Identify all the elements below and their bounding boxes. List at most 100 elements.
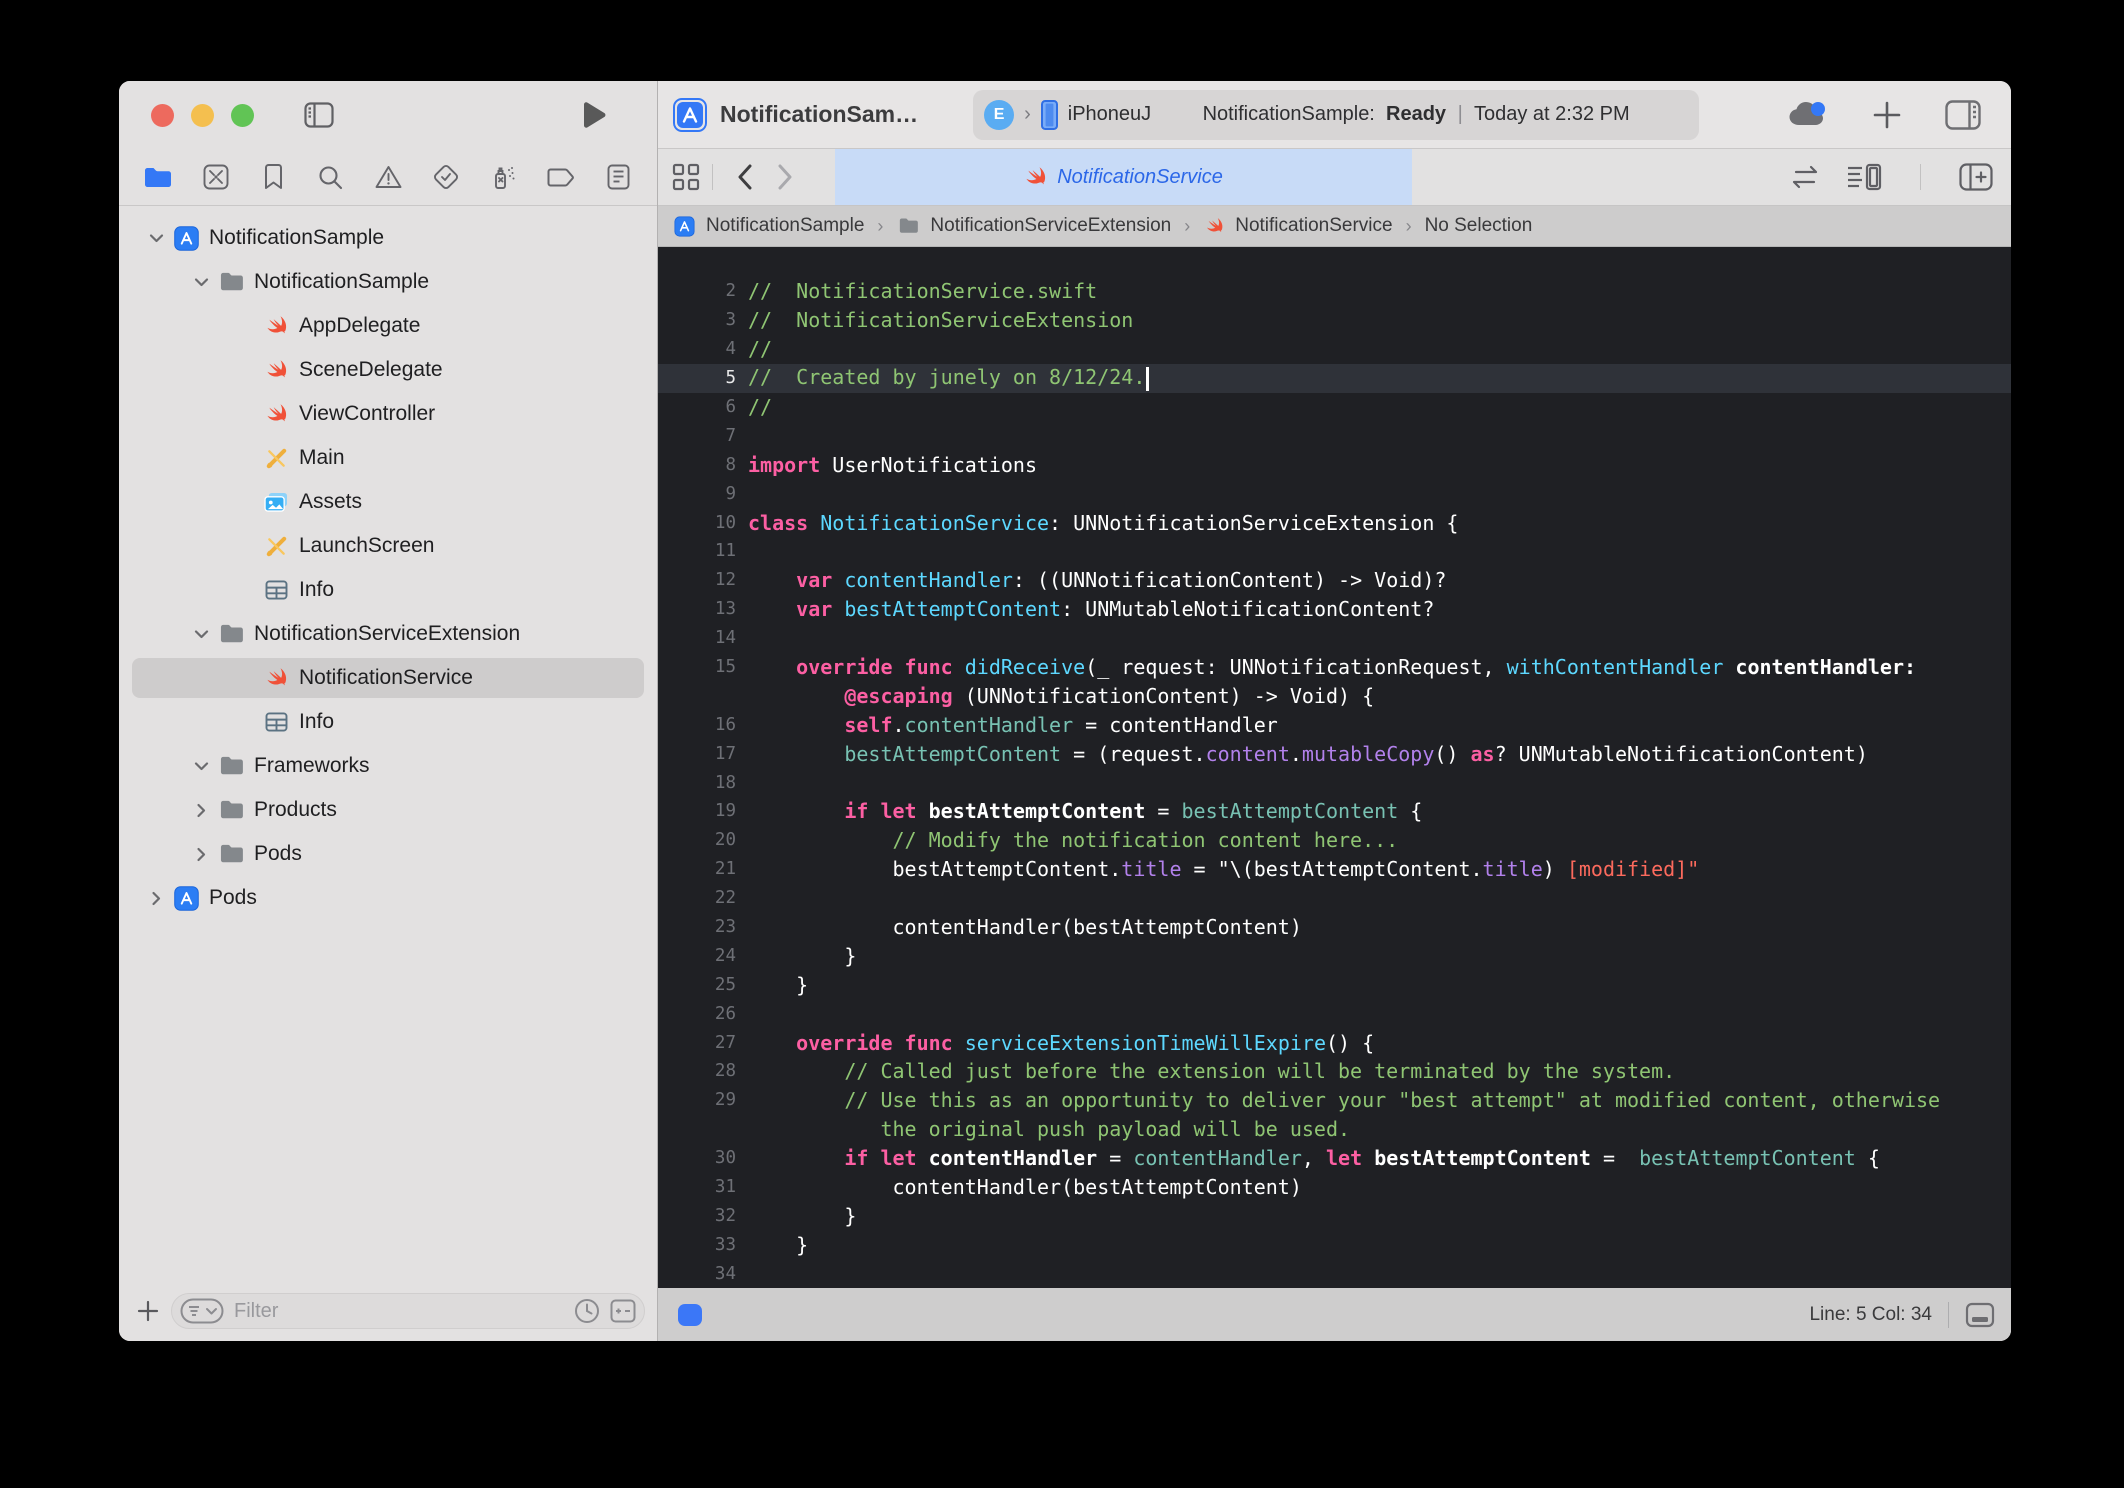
code-row[interactable]: 30 if let contentHandler = contentHandle…	[658, 1144, 2011, 1173]
code-row[interactable]: 19 if let bestAttemptContent = bestAttem…	[658, 797, 2011, 826]
editor-display-options-icon[interactable]	[1965, 1302, 1995, 1328]
code-row[interactable]: 27 override func serviceExtensionTimeWil…	[658, 1028, 2011, 1057]
minimap-options-icon[interactable]	[1846, 163, 1882, 191]
tab-notificationservice[interactable]: NotificationService	[835, 149, 1412, 205]
line-number[interactable]: 13	[658, 599, 736, 619]
disclosure-down-icon[interactable]	[188, 277, 214, 287]
debug-icon[interactable]	[486, 160, 520, 194]
tree-item-scenedelegate[interactable]: SceneDelegate	[119, 348, 657, 392]
line-number[interactable]: 19	[658, 801, 736, 821]
code-row[interactable]: 9	[658, 479, 2011, 508]
code-row[interactable]: 28 // Called just before the extension w…	[658, 1057, 2011, 1086]
source-editor[interactable]: 2// NotificationService.swift3// Notific…	[658, 247, 2011, 1288]
add-editor-icon[interactable]	[1959, 163, 1993, 191]
disclosure-right-icon[interactable]	[188, 803, 214, 818]
line-number[interactable]: 2	[658, 281, 736, 301]
code-row[interactable]: 23 contentHandler(bestAttemptContent)	[658, 913, 2011, 942]
disclosure-down-icon[interactable]	[143, 233, 169, 243]
breadcrumb-item[interactable]: NotificationService	[1203, 215, 1392, 238]
code-row[interactable]: 15 override func didReceive(_ request: U…	[658, 653, 2011, 682]
close-button[interactable]	[151, 104, 174, 127]
run-button[interactable]	[581, 101, 607, 129]
code-row[interactable]: 24 }	[658, 941, 2011, 970]
go-forward-icon[interactable]	[765, 164, 805, 190]
line-number[interactable]: 10	[658, 513, 736, 533]
line-number[interactable]: 32	[658, 1206, 736, 1226]
zoom-button[interactable]	[231, 104, 254, 127]
code-row[interactable]: 4//	[658, 335, 2011, 364]
find-icon[interactable]	[314, 160, 348, 194]
tree-item-notificationservice[interactable]: NotificationService	[119, 656, 657, 700]
breadcrumb-item[interactable]: No Selection	[1425, 215, 1533, 237]
tree-item-main[interactable]: Main	[119, 436, 657, 480]
tree-item-notificationsample[interactable]: NotificationSample	[119, 216, 657, 260]
line-number[interactable]: 5	[658, 368, 736, 388]
tab-overview-icon[interactable]	[672, 163, 700, 191]
code-row[interactable]: 29 // Use this as an opportunity to deli…	[658, 1086, 2011, 1115]
code-row[interactable]: 31 contentHandler(bestAttemptContent)	[658, 1173, 2011, 1202]
code-row[interactable]: 32 }	[658, 1202, 2011, 1231]
filter-plus-minus-icon[interactable]	[610, 1299, 636, 1323]
tree-item-frameworks[interactable]: Frameworks	[119, 744, 657, 788]
code-row[interactable]: 21 bestAttemptContent.title = "\(bestAtt…	[658, 855, 2011, 884]
filter-field[interactable]: Filter	[171, 1293, 645, 1329]
line-number[interactable]: 6	[658, 397, 736, 417]
code-row[interactable]: 2// NotificationService.swift	[658, 277, 2011, 306]
code-row[interactable]: 25 }	[658, 970, 2011, 999]
disclosure-right-icon[interactable]	[188, 847, 214, 862]
line-number[interactable]: 18	[658, 773, 736, 793]
scheme-avatar[interactable]: E	[984, 100, 1014, 130]
tree-item-notificationsample[interactable]: NotificationSample	[119, 260, 657, 304]
disclosure-down-icon[interactable]	[188, 629, 214, 639]
line-number[interactable]: 4	[658, 339, 736, 359]
line-number[interactable]: 26	[658, 1004, 736, 1024]
breadcrumb-item[interactable]: NotificationServiceExtension	[896, 215, 1171, 237]
cloud-sync-icon[interactable]	[1787, 100, 1829, 130]
code-row[interactable]: 11	[658, 537, 2011, 566]
tree-item-appdelegate[interactable]: AppDelegate	[119, 304, 657, 348]
line-number[interactable]: 33	[658, 1235, 736, 1255]
add-file-button[interactable]	[137, 1300, 159, 1322]
line-number[interactable]: 20	[658, 830, 736, 850]
code-row[interactable]: 20 // Modify the notification content he…	[658, 826, 2011, 855]
add-item-icon[interactable]	[1873, 101, 1901, 129]
tree-item-viewcontroller[interactable]: ViewController	[119, 392, 657, 436]
line-number[interactable]: 16	[658, 715, 736, 735]
line-number[interactable]: 9	[658, 484, 736, 504]
tree-item-notificationserviceextension[interactable]: NotificationServiceExtension	[119, 612, 657, 656]
line-number[interactable]: 15	[658, 657, 736, 677]
code-row[interactable]: 3// NotificationServiceExtension	[658, 306, 2011, 335]
line-number[interactable]: 31	[658, 1177, 736, 1197]
tree-item-pods[interactable]: Pods	[119, 832, 657, 876]
line-number[interactable]: 30	[658, 1148, 736, 1168]
tree-item-assets[interactable]: Assets	[119, 480, 657, 524]
code-row[interactable]: 34	[658, 1259, 2011, 1288]
code-row[interactable]: 12 var contentHandler: ((UNNotificationC…	[658, 566, 2011, 595]
related-items-icon[interactable]	[1790, 165, 1820, 189]
breakpoint-toggle[interactable]	[678, 1304, 702, 1326]
line-number[interactable]: 27	[658, 1033, 736, 1053]
line-number[interactable]: 28	[658, 1061, 736, 1081]
code-row[interactable]: 26	[658, 999, 2011, 1028]
reports-icon[interactable]	[601, 160, 635, 194]
code-row[interactable]: 22	[658, 884, 2011, 913]
iphone-device-icon[interactable]	[1041, 100, 1058, 130]
tree-item-products[interactable]: Products	[119, 788, 657, 832]
line-number[interactable]: 29	[658, 1090, 736, 1110]
code-row[interactable]: 5// Created by junely on 8/12/24.	[658, 364, 2011, 393]
tree-item-pods[interactable]: Pods	[119, 876, 657, 920]
line-number[interactable]: 24	[658, 946, 736, 966]
line-number[interactable]: 25	[658, 975, 736, 995]
code-row[interactable]: 14	[658, 624, 2011, 653]
line-number[interactable]: 3	[658, 310, 736, 330]
line-number[interactable]: 22	[658, 888, 736, 908]
code-row[interactable]: 8import UserNotifications	[658, 450, 2011, 479]
breadcrumb-item[interactable]: NotificationSample	[672, 214, 864, 239]
minimize-button[interactable]	[191, 104, 214, 127]
breakpoints-icon[interactable]	[544, 160, 578, 194]
project-navigator-icon[interactable]	[141, 160, 175, 194]
tests-icon[interactable]	[429, 160, 463, 194]
code-row[interactable]: @escaping (UNNotificationContent) -> Voi…	[658, 681, 2011, 710]
code-row[interactable]: 7	[658, 421, 2011, 450]
recents-clock-icon[interactable]	[574, 1298, 600, 1324]
